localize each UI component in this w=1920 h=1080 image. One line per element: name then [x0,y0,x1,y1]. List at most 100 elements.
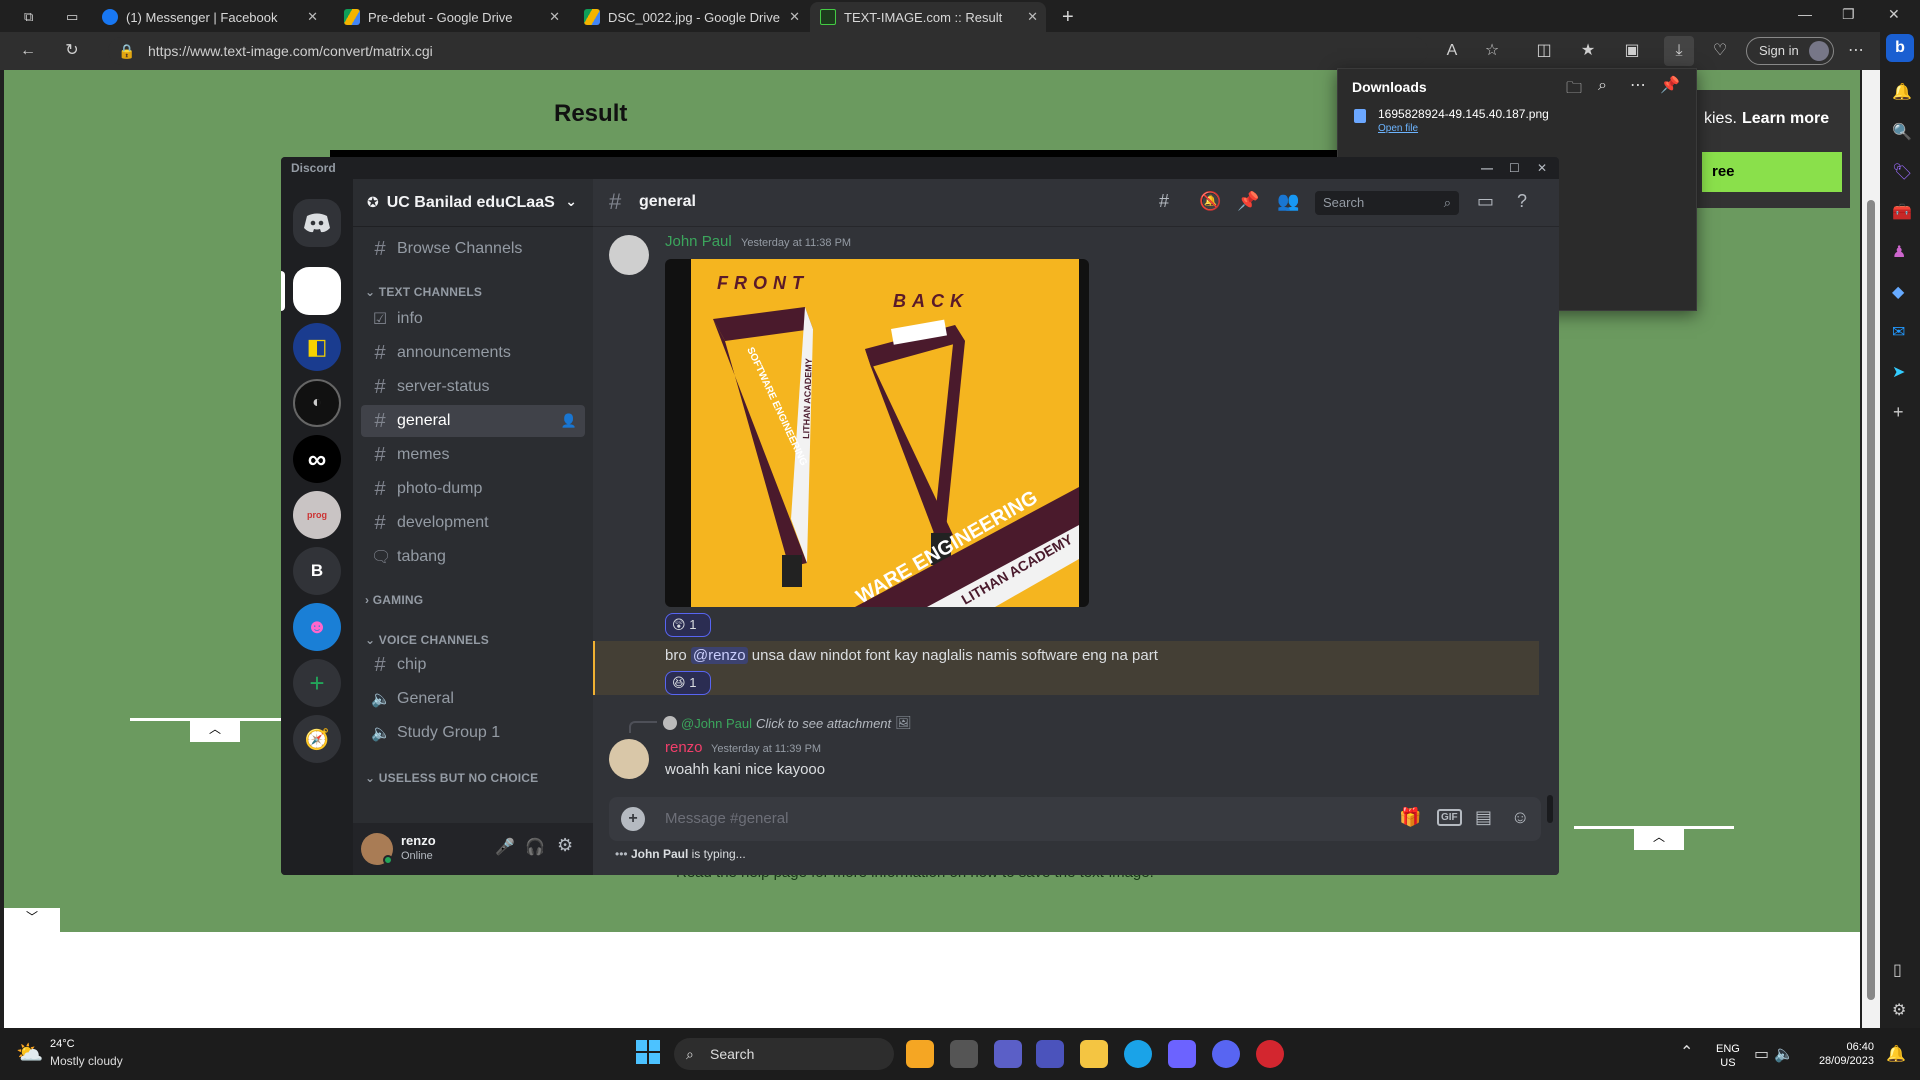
inbox-icon[interactable]: ▭ [1477,191,1494,212]
search-icon[interactable]: ⌕ [1598,77,1607,95]
back-icon[interactable]: ← [18,41,38,61]
category-voice-channels[interactable]: ⌄ VOICE CHANNELS [365,633,489,647]
url-field[interactable]: 🔒 https://www.text-image.com/convert/mat… [108,37,1428,65]
server-programming[interactable]: prog [293,491,341,539]
server-b[interactable]: B [293,547,341,595]
weather-widget[interactable]: ⛅ 24°C Mostly cloudy [16,1038,136,1072]
close-window-icon[interactable]: ✕ [1888,6,1900,23]
image-attachment[interactable]: FRONT BACK SOFTWARE ENGINEERING LITHAN A… [665,259,1089,607]
gif-icon[interactable]: GIF [1437,809,1462,826]
outlook-icon[interactable]: ✉ [1892,322,1905,342]
reaction-button[interactable]: 😆 1 [665,671,711,695]
tab-drive-predebut[interactable]: Pre-debut - Google Drive ✕ [334,2,568,32]
page-scrollbar[interactable] [1862,70,1880,1028]
teams-chat-icon[interactable] [994,1040,1022,1068]
channel-info[interactable]: ☑ info [361,303,585,335]
folder-icon[interactable]: 🗀 [1566,77,1582,104]
new-tab-button[interactable]: + [1052,2,1082,32]
office-icon[interactable]: ◆ [1892,282,1904,302]
explore-servers-button[interactable]: 🧭 [293,715,341,763]
settings-icon[interactable]: ⚙ [1892,1000,1906,1020]
chevron-up-icon[interactable]: ⌃ [1680,1042,1693,1062]
voice-channel-study-group[interactable]: 🔈 Study Group 1 [361,717,585,749]
add-icon[interactable]: + [1893,402,1904,423]
edge-icon[interactable] [1124,1040,1152,1068]
language-indicator[interactable]: ENG US [1716,1042,1740,1070]
channel-tabang[interactable]: 🗨 tabang [361,541,585,573]
gift-icon[interactable]: 🎁 [1399,807,1421,828]
collections-icon[interactable]: ▣ [1622,41,1642,61]
notification-bell-muted-icon[interactable]: 🔕 [1199,191,1221,212]
close-icon[interactable]: ✕ [307,9,318,25]
collapse-button[interactable]: ︿ [190,720,240,742]
message-author[interactable]: John Paul [665,233,732,250]
member-list-icon[interactable]: 👥 [1277,191,1299,212]
task-view-icon[interactable] [950,1040,978,1068]
favorites-icon[interactable]: ★ [1578,41,1598,61]
read-aloud-icon[interactable]: A [1442,41,1462,61]
tab-messenger[interactable]: (1) Messenger | Facebook ✕ [92,2,326,32]
app-icon-widgets[interactable] [906,1040,934,1068]
app-icon[interactable] [1168,1040,1196,1068]
add-server-button[interactable]: + [293,659,341,707]
server-infinity[interactable]: ∞ [293,435,341,483]
user-mention[interactable]: @renzo [690,647,748,664]
channel-development[interactable]: # development [361,507,585,539]
message-author[interactable]: renzo [665,739,703,756]
maximize-icon[interactable]: ☐ [1509,157,1520,179]
refresh-icon[interactable]: ↻ [62,41,82,61]
settings-icon[interactable]: ⚙ [557,835,573,856]
restore-icon[interactable]: ❐ [1842,6,1855,23]
pin-icon[interactable]: 📌 [1660,75,1680,95]
channel-memes[interactable]: # memes [361,439,585,471]
threads-icon[interactable]: # [1159,191,1169,212]
browser-essentials-icon[interactable]: ♡ [1710,41,1730,61]
learn-more-link[interactable]: Learn more [1742,110,1829,128]
games-icon[interactable]: ♟ [1892,242,1906,262]
taskbar-search[interactable]: ⌕ Search [674,1038,894,1070]
send-icon[interactable]: ➤ [1892,362,1905,382]
file-explorer-icon[interactable] [1080,1040,1108,1068]
downloads-icon[interactable]: ⤓ [1664,36,1694,66]
avatar[interactable] [609,235,649,275]
channel-general[interactable]: # general 👤 [361,405,585,437]
minimize-icon[interactable]: — [1798,6,1812,22]
close-icon[interactable]: ✕ [549,9,560,25]
attach-plus-icon[interactable]: + [621,807,645,831]
reaction-button[interactable]: 😲 1 [665,613,711,637]
server-header[interactable]: ✪ UC Banilad eduCLaaS ⌄ [353,179,593,227]
more-icon[interactable]: ⋯ [1630,75,1646,95]
tab-drive-dsc[interactable]: DSC_0022.jpg - Google Drive ✕ [574,2,808,32]
clock[interactable]: 06:40 28/09/2023 [1808,1040,1874,1068]
network-icon[interactable]: ▭ [1754,1044,1769,1064]
notification-icon[interactable]: 🔔 [1892,82,1912,102]
more-icon[interactable]: ⋯ [1846,41,1866,61]
workspaces-button[interactable]: ⧉ [14,2,54,32]
message-composer[interactable]: + Message #general 🎁 GIF ▤ ☺ [609,797,1541,841]
close-icon[interactable]: ✕ [1537,157,1547,179]
tools-icon[interactable]: 🧰 [1892,202,1912,222]
close-icon[interactable]: ✕ [1027,9,1038,25]
scrollbar-thumb[interactable] [1867,200,1875,1000]
tab-actions-button[interactable]: ▭ [56,2,86,32]
channel-chip[interactable]: # chip [361,649,585,681]
cookie-accept-button[interactable]: ree [1702,152,1842,192]
tab-text-image[interactable]: TEXT-IMAGE.com :: Result ✕ [810,2,1046,32]
channel-announcements[interactable]: # announcements [361,337,585,369]
chat-scrollbar[interactable] [1547,795,1553,823]
headphones-icon[interactable]: 🎧 [525,837,545,857]
server-breadtalk[interactable]: ☻ [293,603,341,651]
search-input[interactable]: Search ⌕ [1315,191,1459,215]
channel-server-status[interactable]: # server-status [361,371,585,403]
invite-icon[interactable]: 👤 [561,413,577,429]
teams-icon[interactable] [1036,1040,1064,1068]
minimize-icon[interactable]: — [1481,157,1493,179]
sticker-icon[interactable]: ▤ [1475,807,1492,828]
server-music[interactable]: ◧ [293,323,341,371]
expand-button[interactable]: ﹀ [4,908,60,932]
split-screen-icon[interactable]: ◫ [1534,41,1554,61]
notification-icon[interactable]: 🔔 [1886,1044,1906,1064]
discord-home-icon[interactable] [293,199,341,247]
close-icon[interactable]: ✕ [789,9,800,25]
search-icon[interactable]: 🔍 [1892,122,1912,142]
